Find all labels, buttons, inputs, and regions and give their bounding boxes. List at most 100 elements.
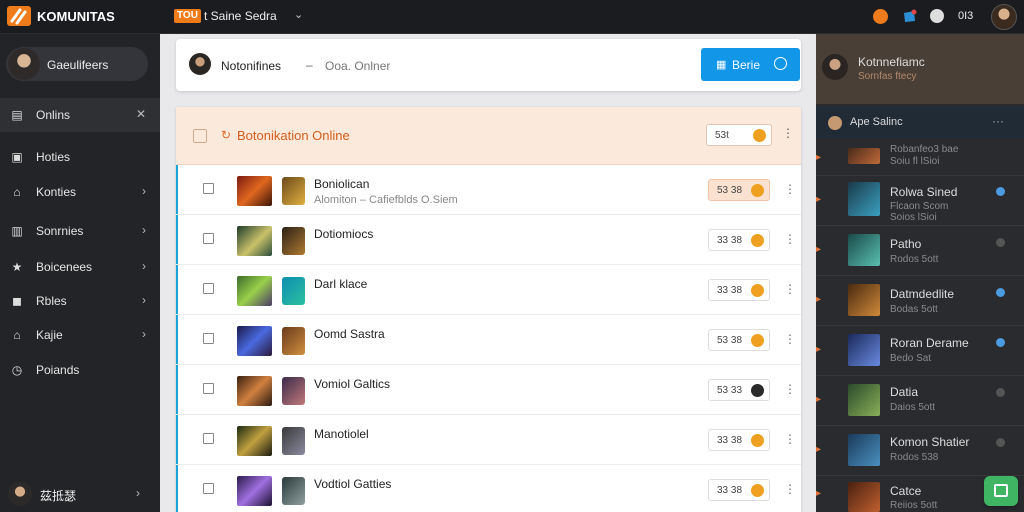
more-icon[interactable]: ⋮ bbox=[784, 382, 796, 396]
row-title: Boniolican bbox=[314, 177, 370, 191]
footer-avatar[interactable] bbox=[8, 482, 32, 506]
avatar bbox=[282, 277, 305, 305]
list-item[interactable]: Dotiomiocs 33 38 ⋮ bbox=[176, 215, 801, 265]
row-title: Darl klace bbox=[314, 277, 368, 291]
item-sub: Soios lSioi bbox=[890, 212, 937, 223]
list-item[interactable]: Manotiolel 33 38 ⋮ bbox=[176, 415, 801, 465]
more-icon[interactable]: ⋮ bbox=[784, 182, 796, 196]
list-item[interactable]: Vodtiol Gatties 33 38 ⋮ bbox=[176, 465, 801, 512]
list-item[interactable]: ▸ Datmdedlite Bodas 5ott bbox=[816, 276, 1024, 326]
row-checkbox[interactable] bbox=[203, 233, 214, 244]
sidebar-item-poiands[interactable]: ◷ Poiands bbox=[0, 353, 160, 387]
sidebar-item-label: Konties bbox=[36, 185, 77, 199]
item-title: Rolwa Sined bbox=[890, 185, 958, 199]
list-title: Botonikation Online bbox=[237, 128, 350, 143]
avatar bbox=[282, 177, 305, 205]
item-sub: Flcaon Scom bbox=[890, 201, 949, 212]
row-title: Dotiomiocs bbox=[314, 227, 374, 241]
sidebar-item-hoties[interactable]: ▣ Hoties bbox=[0, 140, 160, 174]
more-icon[interactable]: ⋮ bbox=[784, 232, 796, 246]
item-sub: Robanfeo3 bae bbox=[890, 144, 959, 155]
status-dot bbox=[996, 438, 1005, 447]
list-item[interactable]: ▸ Roran Derame Bedo Sat bbox=[816, 326, 1024, 376]
emoji-icon bbox=[751, 184, 764, 197]
game-thumbnail bbox=[237, 426, 272, 456]
item-sub: Rodos 538 bbox=[890, 452, 939, 463]
refresh-icon: ↻ bbox=[221, 128, 232, 142]
row-checkbox[interactable] bbox=[203, 183, 214, 194]
sidebar-item-rbles[interactable]: ◼ Rbles › bbox=[0, 284, 160, 318]
list-item[interactable]: ▸ Rolwa Sined Flcaon Scom Soios lSioi bbox=[816, 176, 1024, 226]
header-badge[interactable]: 53t bbox=[706, 124, 772, 146]
panel-header: Ape Salinc ··· bbox=[816, 107, 1024, 139]
edge-marker: ▸ bbox=[816, 152, 822, 163]
badge-count: 33 38 bbox=[717, 435, 743, 446]
status-badge[interactable]: 33 38 bbox=[708, 479, 770, 501]
house-icon: ⌂ bbox=[13, 328, 21, 342]
chevron-down-icon[interactable]: ⌄ bbox=[294, 8, 303, 21]
list-item[interactable]: Boniolican Alomiton – Cafiefblds O.Siem … bbox=[176, 165, 801, 215]
row-checkbox[interactable] bbox=[203, 283, 214, 294]
more-icon[interactable]: ⋮ bbox=[782, 126, 794, 140]
avatar bbox=[189, 53, 211, 75]
notification-icon[interactable] bbox=[902, 9, 917, 24]
badge-count: 53 38 bbox=[717, 185, 743, 196]
top-title[interactable]: t Saine Sedra bbox=[204, 9, 277, 23]
compose-button[interactable] bbox=[984, 476, 1018, 506]
item-sub: Rodos 5ott bbox=[890, 254, 939, 265]
item-sub: Bedo Sat bbox=[890, 353, 932, 364]
user-pill[interactable]: Gaeulifeers bbox=[6, 47, 148, 81]
list-item[interactable]: ▸ Robanfeo3 bae Soiu fl lSioi bbox=[816, 140, 1024, 176]
edge-marker: ▸ bbox=[816, 488, 822, 499]
status-badge[interactable]: 53 38 bbox=[708, 329, 770, 351]
list-item[interactable]: Vomiol Galtics 53 33 ⋮ bbox=[176, 365, 801, 415]
status-badge[interactable]: 33 38 bbox=[708, 429, 770, 451]
footer-user-name[interactable]: 茲抵瑟 bbox=[40, 487, 76, 504]
row-checkbox[interactable] bbox=[203, 483, 214, 494]
primary-button-label: Berie bbox=[732, 58, 761, 72]
list-item[interactable]: ▸ Datia Daios 5ott bbox=[816, 376, 1024, 426]
row-checkbox[interactable] bbox=[203, 383, 214, 394]
logo-icon[interactable] bbox=[6, 5, 32, 27]
select-all-checkbox[interactable] bbox=[193, 129, 207, 143]
more-icon[interactable]: ⋮ bbox=[784, 432, 796, 446]
status-badge[interactable]: 33 38 bbox=[708, 279, 770, 301]
more-icon[interactable]: ⋮ bbox=[784, 482, 796, 496]
panel-profile[interactable]: Kotnnefiamc Sornfas ftecy bbox=[816, 34, 1024, 104]
more-icon[interactable]: ⋮ bbox=[784, 332, 796, 346]
list-item[interactable]: ▸ Komon Shatier Rodos 538 bbox=[816, 426, 1024, 476]
sidebar-item-konties[interactable]: ⌂ Konties › bbox=[0, 175, 160, 209]
row-checkbox[interactable] bbox=[203, 333, 214, 344]
sidebar-item-kajie[interactable]: ⌂ Kajie › bbox=[0, 318, 160, 352]
badge-count: 33 38 bbox=[717, 285, 743, 296]
help-icon[interactable] bbox=[930, 9, 944, 23]
list-item[interactable]: ▸ Patho Rodos 5ott bbox=[816, 226, 1024, 276]
app-name[interactable]: KOMUNITAS bbox=[37, 9, 115, 24]
status-badge[interactable]: 53 38 bbox=[708, 179, 770, 201]
game-thumbnail bbox=[848, 434, 880, 466]
list-item[interactable]: Oomd Sastra 53 38 ⋮ bbox=[176, 315, 801, 365]
badge-count: 53 38 bbox=[717, 335, 743, 346]
status-badge[interactable]: 33 38 bbox=[708, 229, 770, 251]
row-checkbox[interactable] bbox=[203, 433, 214, 444]
avatar bbox=[282, 377, 305, 405]
chevron-right-icon[interactable]: › bbox=[136, 486, 140, 500]
sidebar-item-sonrnies[interactable]: ▥ Sonrnies › bbox=[0, 214, 160, 248]
more-icon[interactable]: ··· bbox=[992, 114, 1004, 128]
more-icon[interactable]: ⋮ bbox=[784, 282, 796, 296]
status-icon[interactable] bbox=[873, 9, 888, 24]
primary-button[interactable]: ▦ Berie bbox=[701, 48, 800, 81]
online-dot bbox=[996, 338, 1005, 347]
header-badge-count: 53t bbox=[715, 130, 729, 141]
avatar[interactable] bbox=[991, 4, 1017, 30]
game-thumbnail bbox=[848, 482, 880, 512]
emoji-icon bbox=[751, 334, 764, 347]
sidebar-item-onlins[interactable]: ▤ Onlins ✕ bbox=[0, 98, 160, 132]
close-icon[interactable]: ✕ bbox=[136, 107, 146, 121]
status-badge[interactable]: 53 33 bbox=[708, 379, 770, 401]
sidebar-item-boicenees[interactable]: ★ Boicenees › bbox=[0, 250, 160, 284]
chevron-right-icon: › bbox=[142, 223, 146, 237]
list-item[interactable]: Darl klace 33 38 ⋮ bbox=[176, 265, 801, 315]
compose-icon bbox=[994, 484, 1008, 497]
sidebar-item-label: Poiands bbox=[36, 363, 80, 377]
